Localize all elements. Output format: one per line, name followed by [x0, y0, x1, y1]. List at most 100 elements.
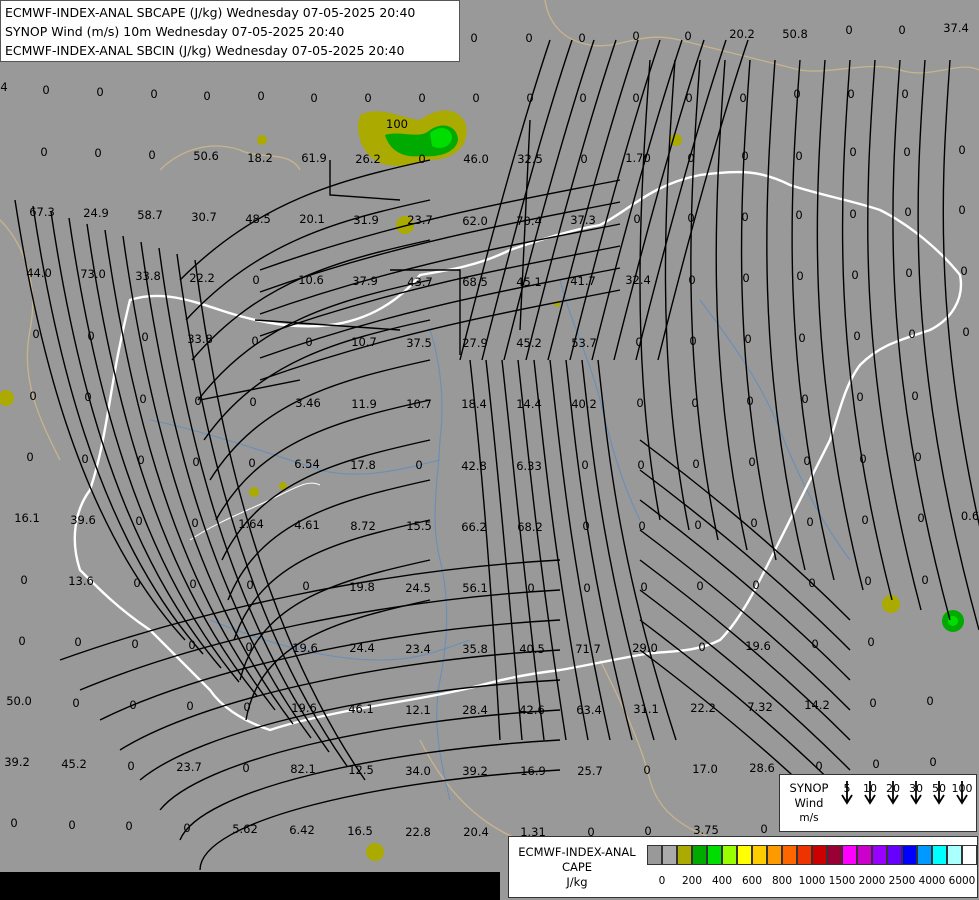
wind-legend-step: 5: [836, 779, 858, 805]
cape-value-label: 71.7: [575, 642, 601, 656]
cape-value-label: 0: [798, 331, 806, 345]
cape-value-label: 0: [808, 576, 816, 590]
map-title-box: ECMWF-INDEX-ANAL SBCAPE (J/kg) Wednesday…: [0, 0, 460, 62]
cape-color-scale: [647, 845, 977, 865]
cape-legend: ECMWF-INDEX-ANAL CAPE J/kg 0 200 400 600 800…: [508, 836, 978, 898]
cape-value-label: 0: [527, 581, 535, 595]
cape-value-label: 4: [0, 80, 8, 94]
cape-value-label: 6.33: [516, 459, 542, 473]
cape-value-label: 22.2: [690, 701, 716, 715]
cape-value-label: 17.0: [692, 762, 718, 776]
cape-value-label: 0: [243, 700, 251, 714]
cape-value-label: 0: [364, 91, 372, 105]
cape-value-label: 0: [42, 83, 50, 97]
cape-color-swatch: [647, 845, 662, 865]
cape-value-label: 19.8: [349, 580, 375, 594]
cape-value-label: 0: [252, 273, 260, 287]
cape-value-label: 0: [40, 145, 48, 159]
cape-value-label: 0: [72, 696, 80, 710]
cape-value-label: 0: [811, 637, 819, 651]
cape-value-label: 0: [741, 149, 749, 163]
cape-legend-title: ECMWF-INDEX-ANAL CAPE J/kg: [511, 845, 643, 890]
cape-value-label: 58.7: [137, 208, 163, 222]
cape-value-label: 13.6: [68, 574, 94, 588]
cape-value-label: 0: [131, 637, 139, 651]
cape-value-label: 0: [914, 450, 922, 464]
cape-value-label: 0: [849, 207, 857, 221]
cape-value-label: 32.4: [625, 273, 651, 287]
cape-value-label: 0: [926, 694, 934, 708]
cape-value-label: 0: [867, 635, 875, 649]
cape-value-label: 0: [691, 396, 699, 410]
wind-arrow-icon: [864, 781, 876, 805]
cape-value-label: 0: [242, 761, 250, 775]
title-sbcape: ECMWF-INDEX-ANAL SBCAPE (J/kg) Wednesday…: [5, 5, 416, 20]
wind-arrow-icon: [933, 781, 945, 805]
cape-value-label: 0: [125, 819, 133, 833]
cape-value-label: 39.2: [4, 755, 30, 769]
cape-value-label: 0: [684, 29, 692, 43]
cape-value-label: 0: [815, 759, 823, 773]
cape-value-label: 0: [251, 334, 259, 348]
cape-value-label: 42.6: [519, 703, 545, 717]
cape-value-label: 0: [133, 576, 141, 590]
cape-value-label: 40.2: [571, 397, 597, 411]
cape-value-label: 20.1: [299, 212, 325, 226]
cape-value-label: 0: [636, 396, 644, 410]
cape-value-label: 23.7: [407, 213, 433, 227]
cape-value-label: 24.5: [405, 581, 431, 595]
cape-value-label: 0: [526, 91, 534, 105]
cape-value-label: 0: [801, 392, 809, 406]
cape-value-label: 0: [96, 85, 104, 99]
cape-value-label: 67.3: [29, 205, 55, 219]
wind-arrow-icon: [956, 781, 968, 805]
wind-legend-step: 20: [882, 779, 904, 805]
cape-value-label: 0: [129, 698, 137, 712]
cape-value-label: 10.7: [406, 397, 432, 411]
cape-value-label: 32.5: [517, 152, 543, 166]
cape-value-label: 0: [583, 581, 591, 595]
cape-value-label: 10.6: [298, 273, 324, 287]
cape-value-label: 56.1: [462, 581, 488, 595]
cape-value-label: 10.7: [351, 335, 377, 349]
wind-legend-label-synop: SYNOP: [789, 781, 829, 795]
cape-value-label: 0: [302, 579, 310, 593]
cape-area-spot: [249, 487, 259, 497]
cape-value-label: 37.9: [352, 274, 378, 288]
map-canvas: [0, 0, 979, 900]
cape-value-label: 0: [847, 87, 855, 101]
cape-value-label: 0: [418, 91, 426, 105]
cape-value-label: 31.9: [353, 213, 379, 227]
cape-value-label: 0: [84, 390, 92, 404]
cape-value-label: 0: [188, 638, 196, 652]
cape-value-label: 0: [921, 573, 929, 587]
cape-value-label: 0: [186, 699, 194, 713]
cape-scale-ticks: 0 200 400 600 800 1000 1500 2000 2500 4000 6000: [647, 875, 977, 891]
wind-legend-step: 10: [859, 779, 881, 805]
cape-value-label: 0: [869, 696, 877, 710]
cape-value-label: 43.7: [407, 275, 433, 289]
cape-value-label: 0: [418, 152, 426, 166]
cape-value-label: 0: [183, 821, 191, 835]
cape-value-label: 0: [470, 31, 478, 45]
cape-value-label: 0: [581, 458, 589, 472]
cape-value-label: 0: [135, 514, 143, 528]
cape-value-label: 45.1: [516, 275, 542, 289]
cape-value-label: 30.7: [191, 210, 217, 224]
cape-value-label: 0: [635, 335, 643, 349]
wind-legend-unit: m/s: [799, 812, 819, 824]
cape-value-label: 31.1: [633, 702, 659, 716]
cape-value-label: 0: [692, 457, 700, 471]
cape-value-label: 53.7: [571, 336, 597, 350]
cape-value-label: 0: [793, 87, 801, 101]
cape-value-label: 12.1: [405, 703, 431, 717]
cape-value-label: 45.2: [61, 757, 87, 771]
cape-value-label: 0: [746, 394, 754, 408]
cape-value-label: 0: [148, 148, 156, 162]
cape-value-label: 0: [958, 203, 966, 217]
cape-value-label: 20.2: [729, 27, 755, 41]
cape-value-label: 3.75: [693, 823, 719, 837]
cape-value-label: 0: [415, 458, 423, 472]
cape-value-label: 0: [742, 271, 750, 285]
cape-value-label: 0: [632, 91, 640, 105]
